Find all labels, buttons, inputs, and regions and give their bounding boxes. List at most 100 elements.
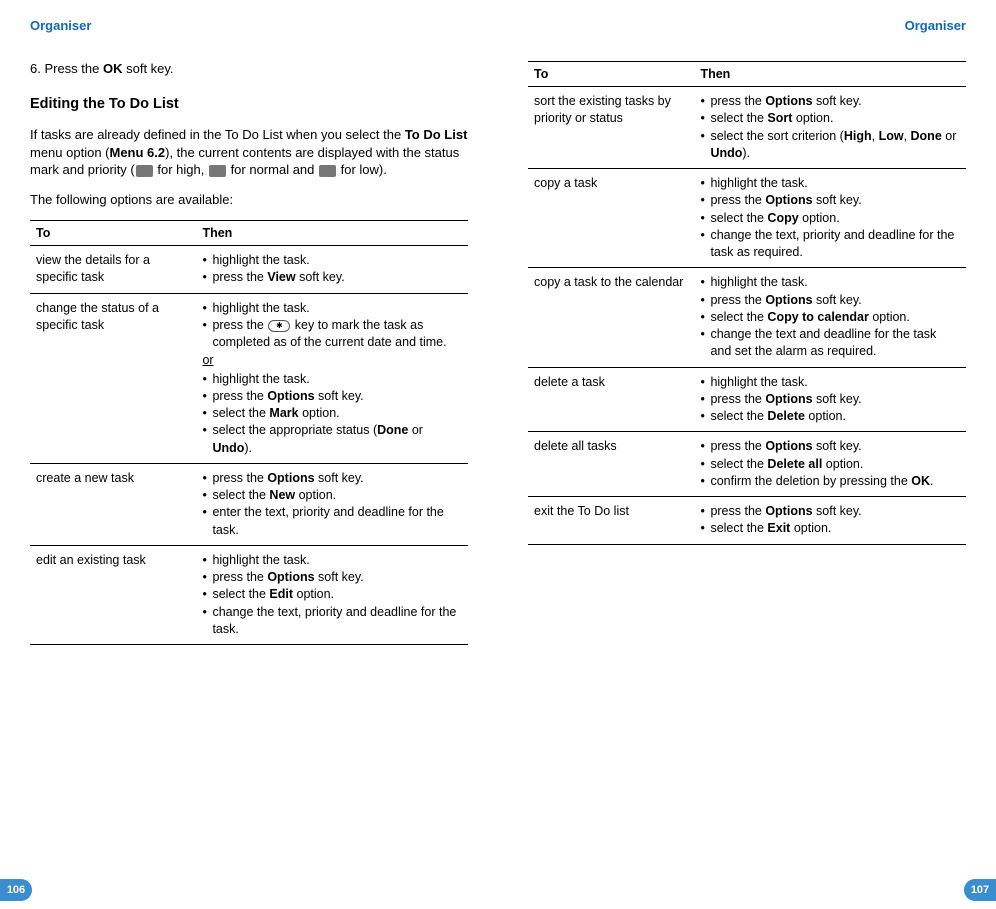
th-to: To — [30, 221, 196, 246]
action-item: select the sort criterion (High, Low, Do… — [700, 128, 960, 163]
th-then-r: Then — [694, 62, 966, 87]
action-list: press the Options soft key.select the So… — [700, 93, 960, 162]
bold-text: Mark — [269, 406, 298, 420]
action-list: press the Options soft key.select the De… — [700, 438, 960, 490]
bold-text: Undo — [710, 146, 742, 160]
bold-text: Options — [267, 471, 314, 485]
action-item: press the ✱ key to mark the task as comp… — [202, 317, 462, 352]
section-title: Editing the To Do List — [30, 96, 468, 112]
cell-to: change the status of a specific task — [30, 293, 196, 463]
intro-bold2: Menu 6.2 — [110, 145, 166, 160]
page-number-left: 106 — [0, 879, 32, 901]
action-item: select the Edit option. — [202, 586, 462, 603]
cell-then: press the Options soft key.select the So… — [694, 87, 966, 169]
action-item: select the Copy to calendar option. — [700, 309, 960, 326]
action-list: press the Options soft key.select the Ne… — [202, 470, 462, 539]
bold-text: OK — [911, 474, 930, 488]
table-row: copy a taskhighlight the task.press the … — [528, 169, 966, 268]
step-bold: OK — [103, 61, 123, 76]
action-item: press the Options soft key. — [202, 470, 462, 487]
action-item: select the Sort option. — [700, 110, 960, 127]
bold-text: Options — [765, 293, 812, 307]
cell-to: copy a task — [528, 169, 694, 268]
table-row: exit the To Do listpress the Options sof… — [528, 497, 966, 545]
action-item: select the appropriate status (Done or U… — [202, 422, 462, 457]
table-row: delete all taskspress the Options soft k… — [528, 432, 966, 497]
page-spread: Organiser 6. Press the OK soft key. Edit… — [0, 0, 996, 909]
bold-text: Exit — [767, 521, 790, 535]
action-item: change the text, priority and deadline f… — [700, 227, 960, 262]
table-row: sort the existing tasks by priority or s… — [528, 87, 966, 169]
bold-text: Copy to calendar — [767, 310, 868, 324]
intro-para-2: The following options are available: — [30, 191, 468, 209]
bold-text: Sort — [767, 111, 792, 125]
cell-then: highlight the task.press the Options sof… — [196, 545, 468, 644]
bold-text: Options — [765, 504, 812, 518]
options-table-left: To Then view the details for a specific … — [30, 220, 468, 645]
table-row: edit an existing taskhighlight the task.… — [30, 545, 468, 644]
priority-normal-icon — [209, 165, 226, 177]
action-item: press the Options soft key. — [700, 93, 960, 110]
cell-to: delete a task — [528, 367, 694, 432]
intro-para-1: If tasks are already defined in the To D… — [30, 126, 468, 179]
action-item: press the View soft key. — [202, 269, 462, 286]
cell-to: create a new task — [30, 463, 196, 545]
action-item: highlight the task. — [202, 371, 462, 388]
action-item: highlight the task. — [700, 175, 960, 192]
table-row: view the details for a specific taskhigh… — [30, 246, 468, 294]
action-list: highlight the task.press the Options sof… — [700, 374, 960, 426]
bold-text: Options — [765, 94, 812, 108]
bold-text: Edit — [269, 587, 293, 601]
bold-text: Options — [765, 439, 812, 453]
cell-then: press the Options soft key.select the Ne… — [196, 463, 468, 545]
bold-text: New — [269, 488, 295, 502]
action-item: highlight the task. — [202, 252, 462, 269]
cell-then: press the Options soft key.select the Ex… — [694, 497, 966, 545]
action-list: highlight the task.press the Options sof… — [202, 371, 462, 457]
bold-text: Options — [765, 392, 812, 406]
action-list: highlight the task.press the Options sof… — [700, 274, 960, 360]
action-item: press the Options soft key. — [700, 192, 960, 209]
action-item: select the Exit option. — [700, 520, 960, 537]
action-item: highlight the task. — [202, 300, 462, 317]
action-item: press the Options soft key. — [700, 292, 960, 309]
cell-to: delete all tasks — [528, 432, 694, 497]
action-item: change the text and deadline for the tas… — [700, 326, 960, 361]
cell-to: copy a task to the calendar — [528, 268, 694, 367]
action-item: press the Options soft key. — [700, 391, 960, 408]
table-row: change the status of a specific taskhigh… — [30, 293, 468, 463]
intro-1d: for high, — [154, 162, 208, 177]
action-item: enter the text, priority and deadline fo… — [202, 504, 462, 539]
page-number-right: 107 — [964, 879, 996, 901]
action-list: highlight the task.press the ✱ key to ma… — [202, 300, 462, 352]
cell-then: highlight the task.press the View soft k… — [196, 246, 468, 294]
star-key-icon: ✱ — [268, 320, 290, 332]
cell-then: press the Options soft key.select the De… — [694, 432, 966, 497]
bold-text: Options — [267, 570, 314, 584]
bold-text: Options — [765, 193, 812, 207]
cell-then: highlight the task.press the ✱ key to ma… — [196, 293, 468, 463]
bold-text: Copy — [767, 211, 798, 225]
action-item: press the Options soft key. — [202, 569, 462, 586]
action-item: change the text, priority and deadline f… — [202, 604, 462, 639]
th-to-r: To — [528, 62, 694, 87]
th-then: Then — [196, 221, 468, 246]
action-item: select the Copy option. — [700, 210, 960, 227]
cell-then: highlight the task.press the Options sof… — [694, 268, 966, 367]
action-item: press the Options soft key. — [700, 438, 960, 455]
bold-text: Low — [879, 129, 904, 143]
cell-to: exit the To Do list — [528, 497, 694, 545]
step-6: 6. Press the OK soft key. — [30, 61, 468, 76]
action-item: highlight the task. — [700, 274, 960, 291]
bold-text: Delete — [767, 409, 805, 423]
cell-then: highlight the task.press the Options sof… — [694, 169, 966, 268]
bold-text: Done — [911, 129, 942, 143]
action-item: select the Mark option. — [202, 405, 462, 422]
table-row: delete a taskhighlight the task.press th… — [528, 367, 966, 432]
action-list: highlight the task.press the Options sof… — [700, 175, 960, 261]
step-prefix: 6. Press the — [30, 61, 103, 76]
page-left: Organiser 6. Press the OK soft key. Edit… — [0, 0, 498, 909]
cell-to: view the details for a specific task — [30, 246, 196, 294]
action-item: select the Delete option. — [700, 408, 960, 425]
page-header-right: Organiser — [528, 18, 966, 33]
